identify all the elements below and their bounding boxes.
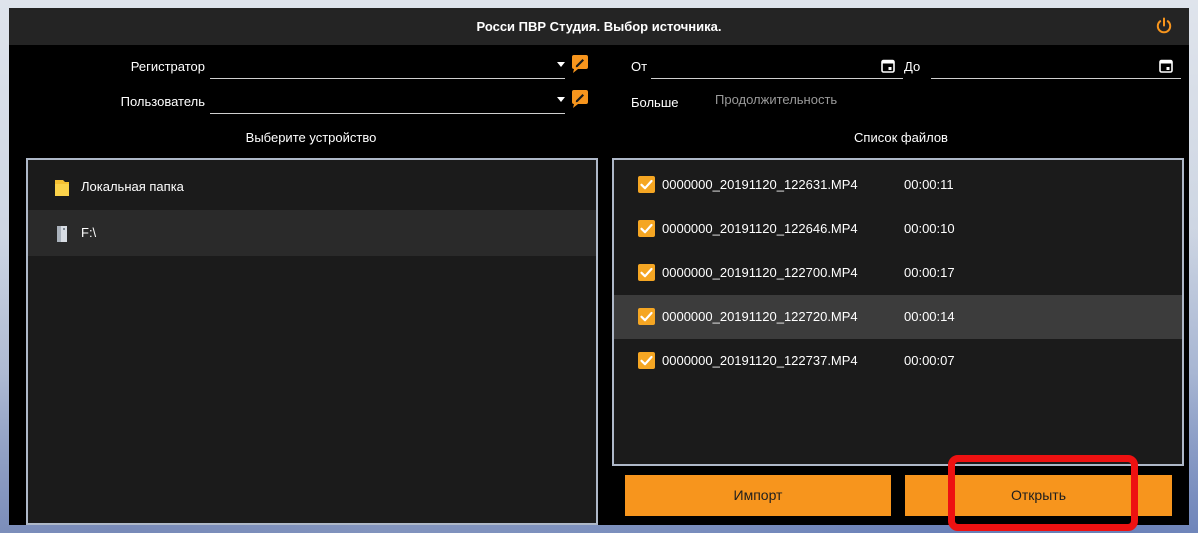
device-item-label: F:\ <box>81 225 97 240</box>
user-combobox[interactable] <box>210 90 565 114</box>
edit-icon <box>572 90 588 108</box>
folder-icon <box>54 178 70 203</box>
file-list-item[interactable]: 0000000_20191120_122646.MP4 00:00:10 <box>614 207 1182 251</box>
checkbox-checked-icon[interactable] <box>638 308 655 325</box>
device-item-drive-f[interactable]: F:\ <box>28 210 596 256</box>
checkbox-checked-icon[interactable] <box>638 176 655 193</box>
window-title: Росси ПВР Студия. Выбор источника. <box>476 19 722 34</box>
file-duration: 00:00:10 <box>904 221 955 236</box>
file-duration: 00:00:11 <box>904 177 954 192</box>
calendar-icon[interactable] <box>881 59 895 73</box>
file-list-item[interactable]: 0000000_20191120_122631.MP4 00:00:11 <box>614 163 1182 207</box>
device-section-header: Выберите устройство <box>245 130 377 145</box>
checkbox-checked-icon[interactable] <box>638 352 655 369</box>
duration-filter-label[interactable]: Продолжительность <box>715 90 837 110</box>
edit-user-button[interactable] <box>569 88 591 110</box>
power-icon[interactable] <box>1154 16 1174 36</box>
edit-registrar-button[interactable] <box>569 53 591 75</box>
file-list-item[interactable]: 0000000_20191120_122720.MP4 00:00:14 <box>614 295 1182 339</box>
file-list-header: Список файлов <box>854 130 948 145</box>
device-item-label: Локальная папка <box>81 179 184 194</box>
calendar-icon[interactable] <box>1159 59 1173 73</box>
import-button[interactable]: Импорт <box>625 475 891 516</box>
from-label: От <box>631 59 648 74</box>
file-duration: 00:00:17 <box>904 265 955 280</box>
to-date-field[interactable] <box>931 55 1181 79</box>
drive-icon <box>54 224 70 249</box>
file-duration: 00:00:14 <box>904 309 955 324</box>
checkbox-checked-icon[interactable] <box>638 220 655 237</box>
file-name: 0000000_20191120_122700.MP4 <box>662 265 858 280</box>
file-name: 0000000_20191120_122720.MP4 <box>662 309 858 324</box>
from-date-field[interactable] <box>651 55 903 79</box>
user-label: Пользователь <box>120 94 205 109</box>
source-select-window: Росси ПВР Студия. Выбор источника. Регис… <box>9 8 1189 525</box>
file-name: 0000000_20191120_122631.MP4 <box>662 177 858 192</box>
file-duration: 00:00:07 <box>904 353 955 368</box>
title-bar: Росси ПВР Студия. Выбор источника. <box>9 8 1189 45</box>
file-list-item[interactable]: 0000000_20191120_122737.MP4 00:00:07 <box>614 339 1182 383</box>
chevron-down-icon <box>557 62 565 67</box>
to-label: До <box>904 59 921 74</box>
file-list-item[interactable]: 0000000_20191120_122700.MP4 00:00:17 <box>614 251 1182 295</box>
chevron-down-icon <box>557 97 565 102</box>
file-name: 0000000_20191120_122646.MP4 <box>662 221 858 236</box>
edit-icon <box>572 55 588 73</box>
more-filter-label[interactable]: Больше <box>631 93 679 113</box>
registrar-label: Регистратор <box>130 59 205 74</box>
file-name: 0000000_20191120_122737.MP4 <box>662 353 858 368</box>
file-list-panel: 0000000_20191120_122631.MP4 00:00:11 000… <box>612 158 1184 466</box>
device-item-local-folder[interactable]: Локальная папка <box>28 164 596 210</box>
device-list-panel: Локальная папка F:\ <box>26 158 598 525</box>
registrar-combobox[interactable] <box>210 55 565 79</box>
open-button[interactable]: Открыть <box>905 475 1172 516</box>
checkbox-checked-icon[interactable] <box>638 264 655 281</box>
